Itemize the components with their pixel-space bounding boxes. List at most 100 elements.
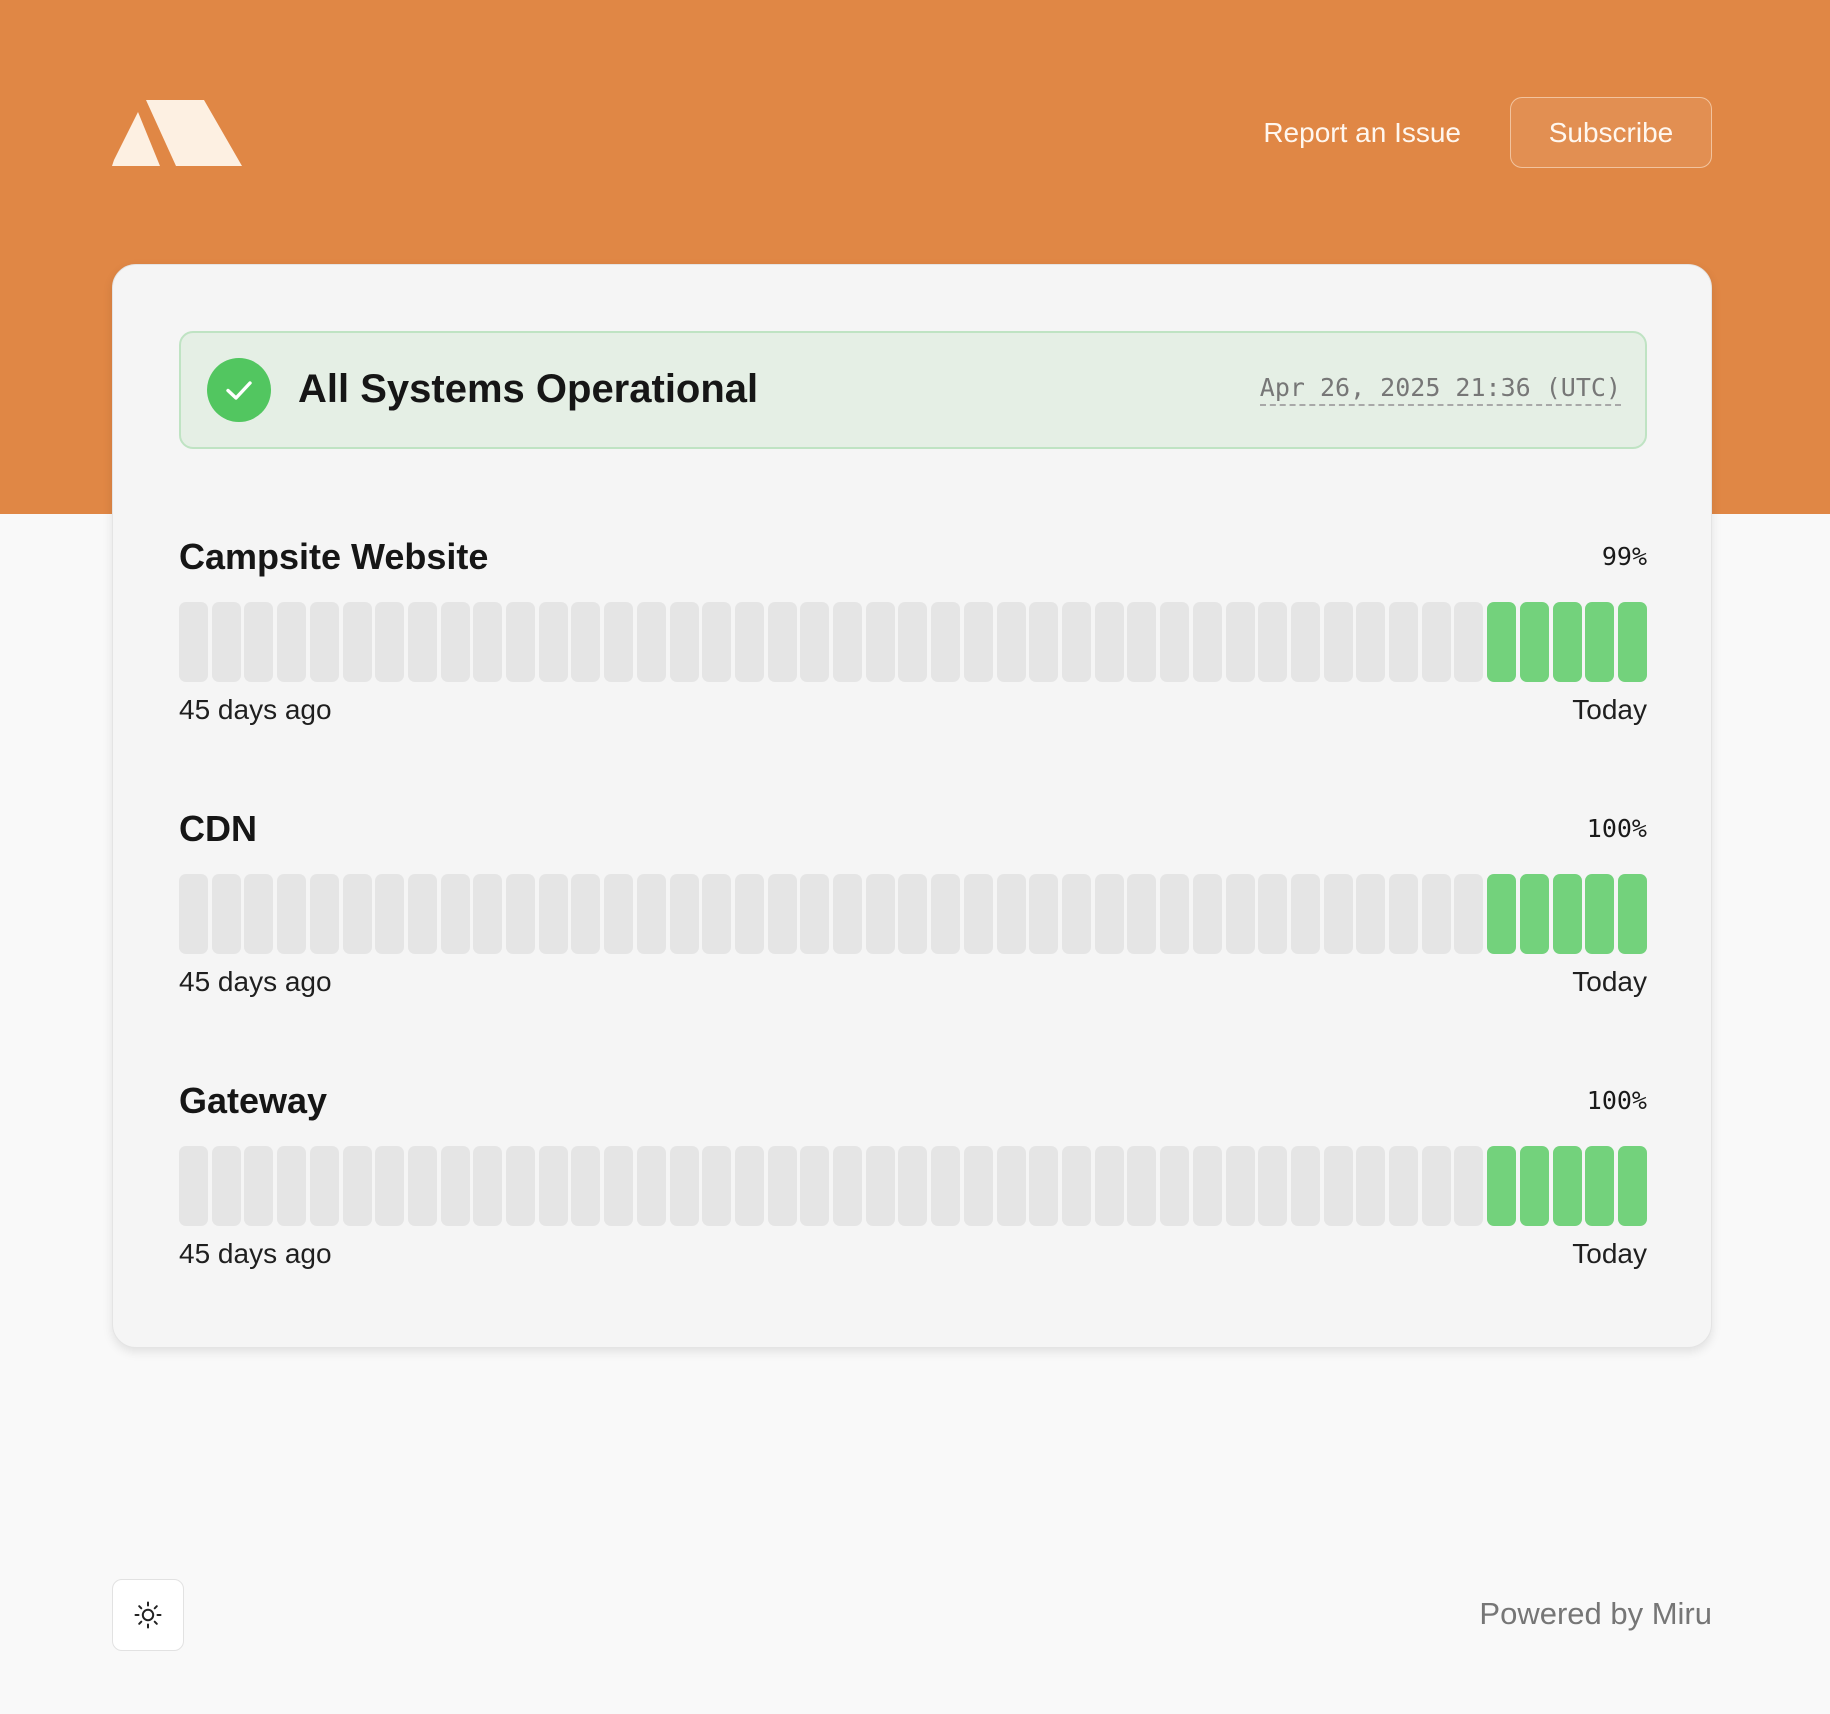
uptime-bar-no-data[interactable] (211, 874, 241, 954)
uptime-bar-operational[interactable] (1552, 874, 1582, 954)
uptime-bar-no-data[interactable] (702, 602, 732, 682)
uptime-bar-no-data[interactable] (833, 1146, 863, 1226)
uptime-bar-no-data[interactable] (996, 1146, 1026, 1226)
uptime-bar-no-data[interactable] (734, 602, 764, 682)
uptime-bar-no-data[interactable] (473, 1146, 503, 1226)
subscribe-button[interactable]: Subscribe (1510, 97, 1712, 168)
uptime-bar-no-data[interactable] (473, 602, 503, 682)
uptime-bar-no-data[interactable] (931, 1146, 961, 1226)
uptime-bar-no-data[interactable] (211, 602, 241, 682)
uptime-bar-no-data[interactable] (1290, 602, 1320, 682)
uptime-bar-no-data[interactable] (1225, 874, 1255, 954)
uptime-bar-operational[interactable] (1519, 1146, 1549, 1226)
uptime-bar-no-data[interactable] (1127, 602, 1157, 682)
uptime-bar-no-data[interactable] (1192, 1146, 1222, 1226)
uptime-bar-no-data[interactable] (1094, 1146, 1124, 1226)
uptime-bar-operational[interactable] (1487, 602, 1517, 682)
uptime-bar-no-data[interactable] (636, 874, 666, 954)
uptime-bar-no-data[interactable] (604, 1146, 634, 1226)
uptime-bar-no-data[interactable] (571, 874, 601, 954)
uptime-bar-no-data[interactable] (1029, 1146, 1059, 1226)
uptime-bar-no-data[interactable] (767, 602, 797, 682)
uptime-bar-no-data[interactable] (375, 874, 405, 954)
uptime-bar-no-data[interactable] (244, 602, 274, 682)
uptime-bar-no-data[interactable] (963, 874, 993, 954)
uptime-bar-no-data[interactable] (1389, 874, 1419, 954)
uptime-bar-operational[interactable] (1617, 602, 1647, 682)
uptime-bar-no-data[interactable] (309, 874, 339, 954)
uptime-bar-no-data[interactable] (734, 1146, 764, 1226)
uptime-bar-no-data[interactable] (277, 602, 307, 682)
uptime-bar-no-data[interactable] (309, 602, 339, 682)
uptime-bar-no-data[interactable] (179, 874, 208, 954)
uptime-bar-no-data[interactable] (1192, 874, 1222, 954)
uptime-bar-no-data[interactable] (1192, 602, 1222, 682)
uptime-bar-no-data[interactable] (1258, 874, 1288, 954)
uptime-bar-no-data[interactable] (1323, 874, 1353, 954)
uptime-bar-no-data[interactable] (1389, 1146, 1419, 1226)
uptime-bar-no-data[interactable] (996, 874, 1026, 954)
uptime-bar-operational[interactable] (1617, 1146, 1647, 1226)
uptime-bar-no-data[interactable] (669, 874, 699, 954)
uptime-bar-operational[interactable] (1519, 602, 1549, 682)
uptime-bar-no-data[interactable] (538, 874, 568, 954)
uptime-bar-no-data[interactable] (1290, 1146, 1320, 1226)
uptime-bar-no-data[interactable] (244, 874, 274, 954)
uptime-bar-no-data[interactable] (1160, 602, 1190, 682)
uptime-bar-no-data[interactable] (767, 874, 797, 954)
uptime-bar-no-data[interactable] (931, 602, 961, 682)
uptime-bar-no-data[interactable] (1094, 602, 1124, 682)
uptime-bar-no-data[interactable] (1225, 602, 1255, 682)
uptime-bar-no-data[interactable] (538, 1146, 568, 1226)
uptime-bar-no-data[interactable] (800, 1146, 830, 1226)
uptime-bar-operational[interactable] (1585, 602, 1615, 682)
uptime-bar-no-data[interactable] (1258, 602, 1288, 682)
uptime-bar-no-data[interactable] (244, 1146, 274, 1226)
uptime-bar-operational[interactable] (1487, 1146, 1517, 1226)
uptime-bar-no-data[interactable] (1225, 1146, 1255, 1226)
uptime-bar-no-data[interactable] (506, 874, 536, 954)
uptime-bar-no-data[interactable] (1160, 1146, 1190, 1226)
uptime-bar-no-data[interactable] (506, 1146, 536, 1226)
uptime-bar-no-data[interactable] (963, 602, 993, 682)
uptime-bar-no-data[interactable] (1356, 874, 1386, 954)
uptime-bar-no-data[interactable] (996, 602, 1026, 682)
uptime-bar-no-data[interactable] (767, 1146, 797, 1226)
uptime-bar-no-data[interactable] (538, 602, 568, 682)
uptime-bar-no-data[interactable] (571, 602, 601, 682)
uptime-bar-no-data[interactable] (931, 874, 961, 954)
status-timestamp[interactable]: Apr 26, 2025 21:36 (UTC) (1259, 373, 1621, 406)
uptime-bar-no-data[interactable] (1029, 602, 1059, 682)
uptime-bar-no-data[interactable] (375, 1146, 405, 1226)
uptime-bar-no-data[interactable] (375, 602, 405, 682)
uptime-bar-no-data[interactable] (833, 874, 863, 954)
uptime-bar-no-data[interactable] (277, 874, 307, 954)
uptime-bar-no-data[interactable] (440, 1146, 470, 1226)
uptime-bar-no-data[interactable] (1062, 1146, 1092, 1226)
uptime-bar-no-data[interactable] (604, 874, 634, 954)
uptime-bar-operational[interactable] (1617, 874, 1647, 954)
uptime-bar-no-data[interactable] (734, 874, 764, 954)
uptime-bar-no-data[interactable] (1421, 1146, 1451, 1226)
uptime-bar-no-data[interactable] (211, 1146, 241, 1226)
uptime-bar-no-data[interactable] (702, 1146, 732, 1226)
uptime-bar-no-data[interactable] (1454, 602, 1484, 682)
report-issue-link[interactable]: Report an Issue (1263, 117, 1461, 149)
uptime-bar-no-data[interactable] (1389, 602, 1419, 682)
uptime-bar-no-data[interactable] (604, 602, 634, 682)
uptime-bar-no-data[interactable] (898, 602, 928, 682)
uptime-bar-operational[interactable] (1519, 874, 1549, 954)
uptime-bar-no-data[interactable] (669, 602, 699, 682)
uptime-bar-no-data[interactable] (342, 1146, 372, 1226)
uptime-bar-operational[interactable] (1585, 874, 1615, 954)
uptime-bar-no-data[interactable] (342, 602, 372, 682)
uptime-bar-no-data[interactable] (1421, 874, 1451, 954)
uptime-bar-no-data[interactable] (1094, 874, 1124, 954)
uptime-bar-no-data[interactable] (1160, 874, 1190, 954)
uptime-bar-no-data[interactable] (1258, 1146, 1288, 1226)
uptime-bar-no-data[interactable] (1356, 602, 1386, 682)
uptime-bar-no-data[interactable] (1454, 1146, 1484, 1226)
uptime-bar-no-data[interactable] (1127, 874, 1157, 954)
uptime-bar-no-data[interactable] (407, 874, 437, 954)
uptime-bar-no-data[interactable] (309, 1146, 339, 1226)
